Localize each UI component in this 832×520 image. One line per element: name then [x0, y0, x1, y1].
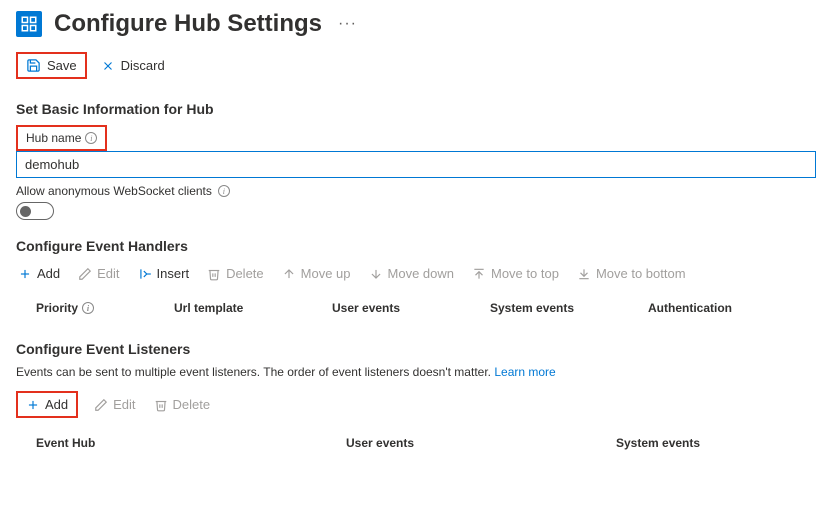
handlers-table-header: Priority i Url template User events Syst… — [16, 295, 816, 325]
hub-name-label-box: Hub name i — [16, 125, 107, 151]
insert-button[interactable]: Insert — [136, 264, 192, 283]
save-icon — [26, 58, 41, 73]
plus-icon — [18, 267, 32, 281]
delete-label: Delete — [226, 266, 264, 281]
info-icon[interactable]: i — [218, 185, 230, 197]
arrow-up-icon — [282, 267, 296, 281]
handlers-toolbar: Add Edit Insert Delete Move up Move down… — [16, 264, 816, 283]
anon-toggle[interactable] — [16, 202, 54, 220]
page-title: Configure Hub Settings — [54, 10, 322, 38]
move-up-label: Move up — [301, 266, 351, 281]
handlers-heading: Configure Event Handlers — [16, 238, 816, 254]
info-icon[interactable]: i — [85, 132, 97, 144]
save-button[interactable]: Save — [16, 52, 87, 79]
delete-button: Delete — [205, 264, 266, 283]
hub-name-input[interactable] — [16, 151, 816, 178]
move-up-button: Move up — [280, 264, 353, 283]
plus-icon — [26, 398, 40, 412]
save-label: Save — [47, 58, 77, 73]
add-button[interactable]: Add — [16, 264, 62, 283]
col-user: User events — [332, 301, 482, 315]
app-icon — [16, 11, 42, 37]
col-auth: Authentication — [648, 301, 768, 315]
listeners-table-header: Event Hub User events System events — [16, 430, 816, 460]
col-system-events: System events — [616, 436, 776, 450]
move-bottom-label: Move to bottom — [596, 266, 686, 281]
listeners-desc-text: Events can be sent to multiple event lis… — [16, 365, 491, 379]
arrow-top-icon — [472, 267, 486, 281]
top-action-bar: Save Discard — [16, 52, 816, 79]
edit-label: Edit — [97, 266, 119, 281]
listeners-edit-button: Edit — [92, 395, 137, 414]
learn-more-link[interactable]: Learn more — [494, 365, 555, 379]
discard-button[interactable]: Discard — [95, 54, 171, 77]
listeners-add-label: Add — [45, 397, 68, 412]
trash-icon — [154, 398, 168, 412]
hub-name-label: Hub name — [26, 131, 81, 145]
col-user-events: User events — [346, 436, 616, 450]
close-icon — [101, 59, 115, 73]
basic-heading: Set Basic Information for Hub — [16, 101, 816, 117]
listeners-edit-label: Edit — [113, 397, 135, 412]
col-url: Url template — [174, 301, 324, 315]
add-label: Add — [37, 266, 60, 281]
page-header: Configure Hub Settings ··· — [16, 10, 816, 38]
anon-label: Allow anonymous WebSocket clients — [16, 184, 212, 198]
listeners-delete-button: Delete — [152, 395, 213, 414]
discard-label: Discard — [121, 58, 165, 73]
move-down-label: Move down — [388, 266, 454, 281]
anon-label-row: Allow anonymous WebSocket clients i — [16, 184, 816, 198]
move-down-button: Move down — [367, 264, 456, 283]
listeners-description: Events can be sent to multiple event lis… — [16, 365, 816, 379]
insert-label: Insert — [157, 266, 190, 281]
arrow-down-icon — [369, 267, 383, 281]
arrow-bottom-icon — [577, 267, 591, 281]
info-icon[interactable]: i — [82, 302, 94, 314]
listeners-toolbar: Add Edit Delete — [16, 391, 816, 418]
col-event-hub: Event Hub — [16, 436, 346, 450]
pencil-icon — [78, 267, 92, 281]
move-top-button: Move to top — [470, 264, 561, 283]
trash-icon — [207, 267, 221, 281]
pencil-icon — [94, 398, 108, 412]
listeners-add-button[interactable]: Add — [16, 391, 78, 418]
more-icon[interactable]: ··· — [334, 15, 357, 33]
listeners-delete-label: Delete — [173, 397, 211, 412]
insert-icon — [138, 267, 152, 281]
listeners-heading: Configure Event Listeners — [16, 341, 816, 357]
edit-button: Edit — [76, 264, 121, 283]
move-top-label: Move to top — [491, 266, 559, 281]
move-bottom-button: Move to bottom — [575, 264, 688, 283]
col-priority: Priority — [36, 301, 78, 315]
col-system: System events — [490, 301, 640, 315]
